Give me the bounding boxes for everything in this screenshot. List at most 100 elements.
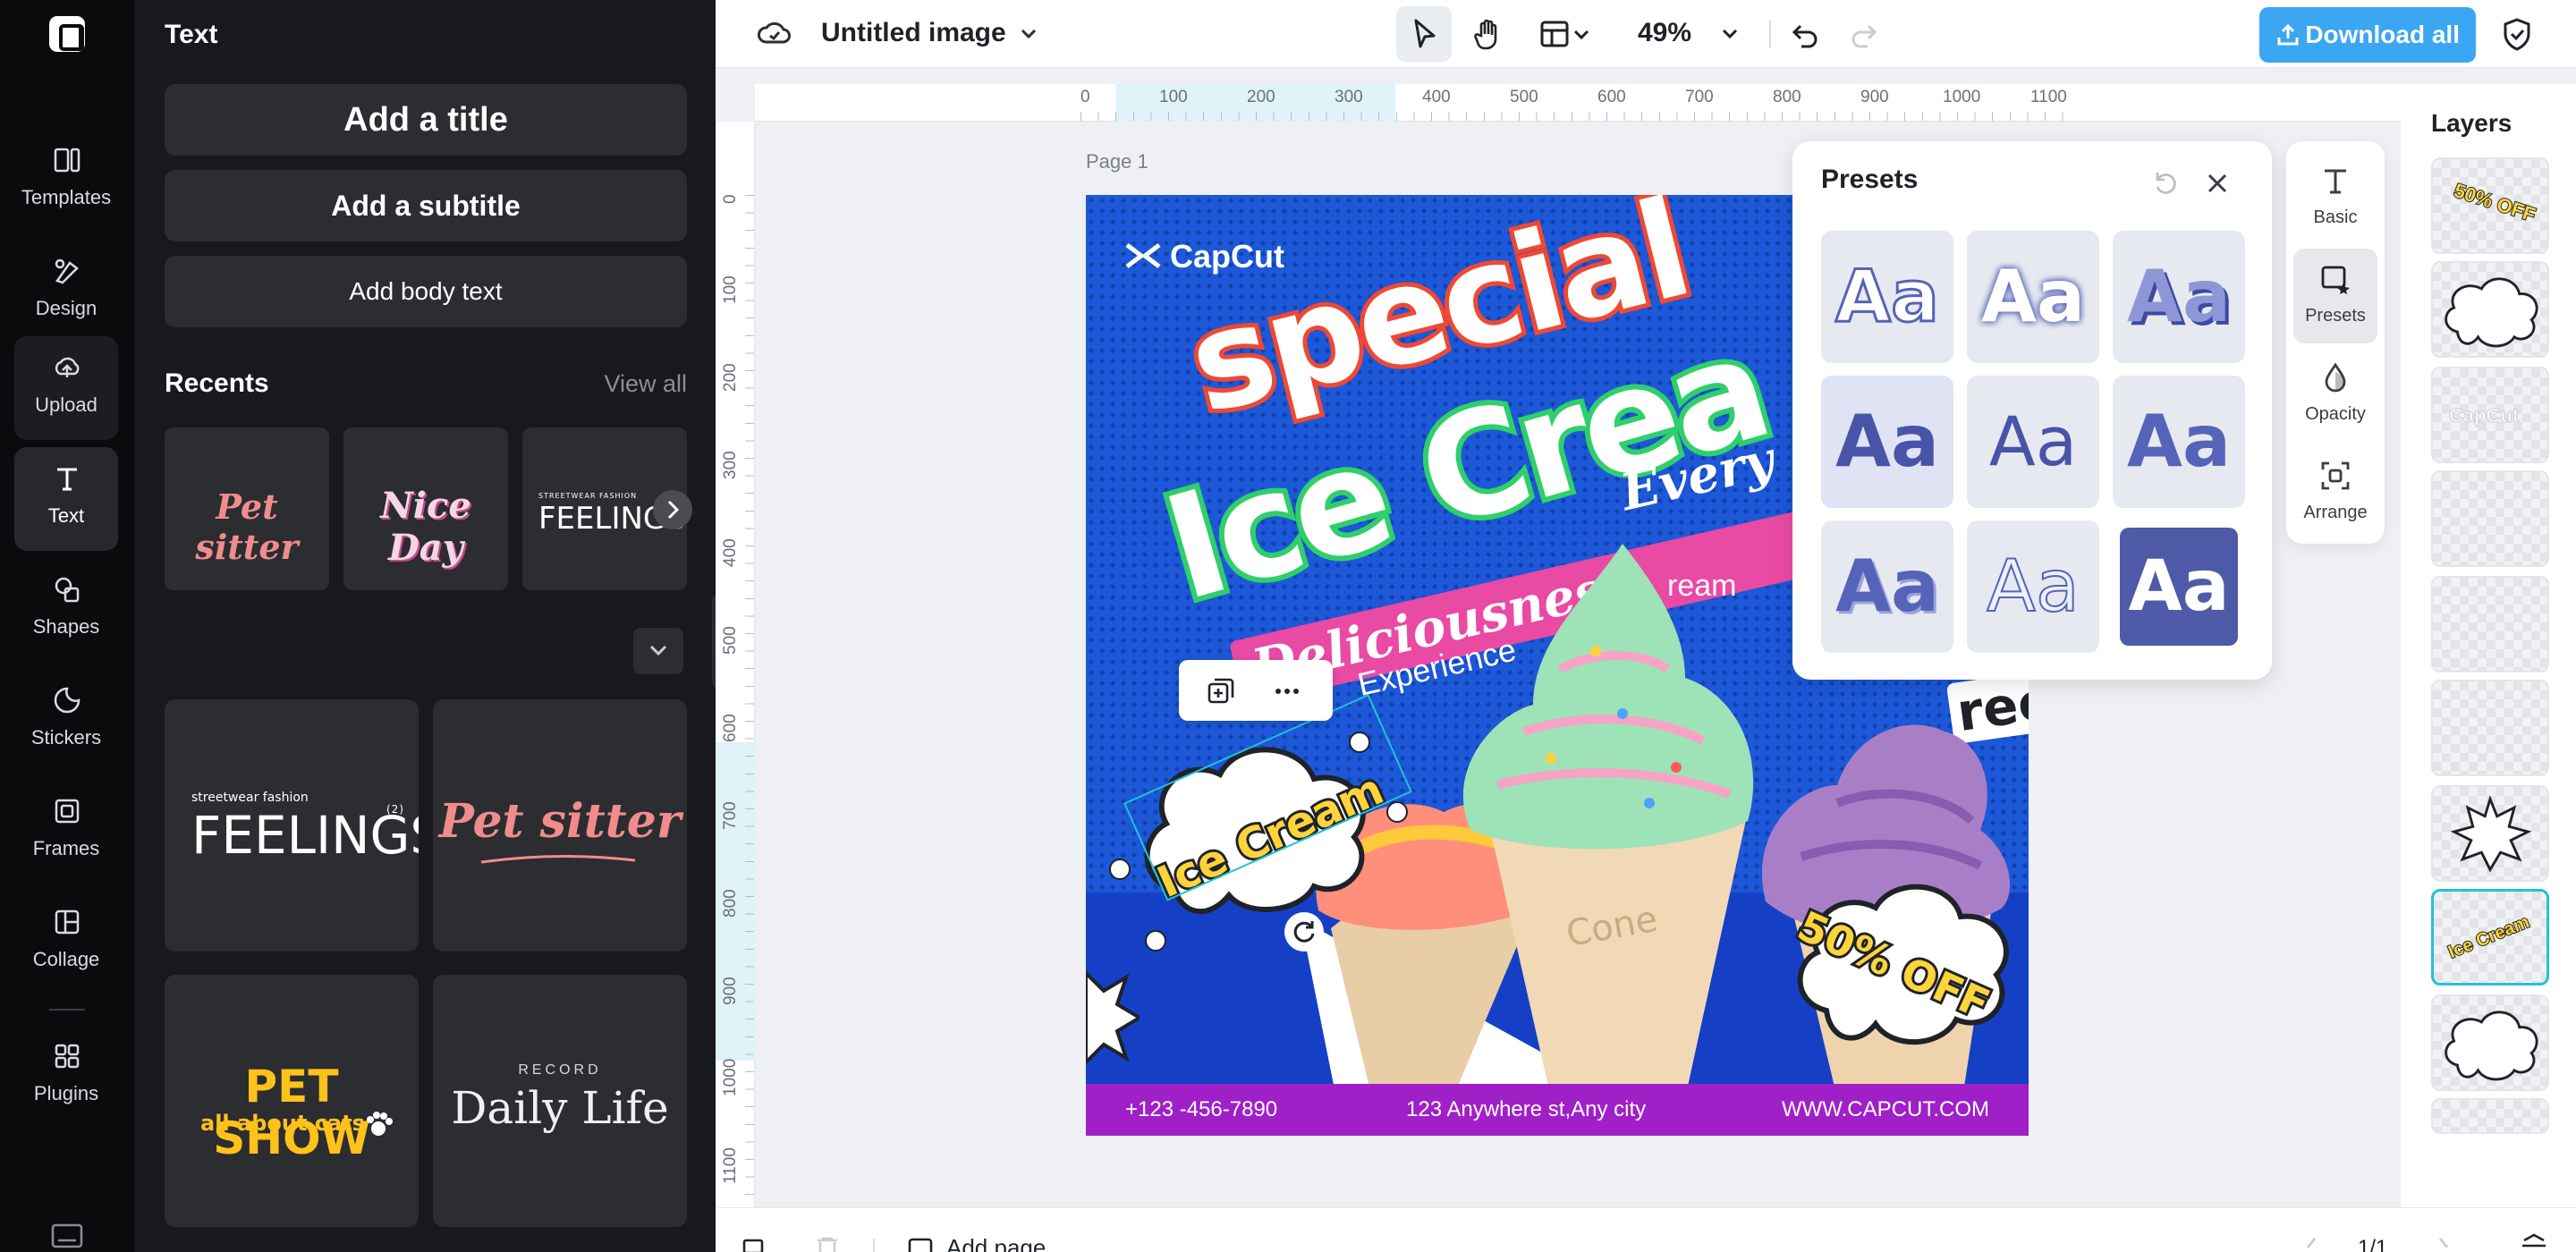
add-title-button[interactable]: Add a title (165, 84, 687, 156)
rail-item-templates[interactable]: Templates (14, 129, 118, 233)
preset-bold[interactable]: Aa (2113, 376, 2245, 508)
rail-divider (49, 1009, 85, 1011)
duplicate-page-icon[interactable] (741, 1237, 771, 1252)
chevron-left-icon[interactable] (2299, 1235, 2324, 1252)
layer-thumb-empty[interactable] (2431, 680, 2549, 776)
rail-item-shapes[interactable]: Shapes (14, 558, 118, 662)
chevron-down-icon[interactable] (1708, 13, 1751, 55)
add-subtitle-button[interactable]: Add a subtitle (165, 170, 687, 241)
select-tool-button[interactable] (1396, 6, 1452, 62)
export-icon (2277, 23, 2299, 46)
layer-thumb-brand[interactable]: CapCut (2431, 367, 2549, 463)
chevron-down-icon[interactable] (1569, 13, 1594, 55)
rail-item-plugins[interactable]: Plugins (14, 1025, 118, 1129)
footer-website[interactable]: WWW.CAPCUT.COM (1782, 1097, 1989, 1122)
horizontal-ruler: 0 100 200 300 400 500 600 700 800 900 10… (755, 84, 2401, 122)
cloud-sync-icon[interactable] (753, 13, 796, 55)
hand-icon[interactable] (1467, 13, 1510, 55)
duplicate-icon[interactable] (1206, 676, 1236, 706)
text-template-daily-life[interactable]: RECORD Daily Life (433, 975, 687, 1227)
more-options-icon[interactable] (1272, 676, 1302, 706)
download-all-button[interactable]: Download all (2259, 7, 2476, 63)
shield-icon[interactable] (2496, 13, 2538, 55)
text-template-feelings[interactable]: streetwear fashion FEELINGS (2) (165, 699, 419, 952)
redo-icon[interactable] (1844, 13, 1887, 55)
layers-title: Layers (2431, 109, 2512, 137)
ruler-label: 700 (721, 801, 740, 830)
tool-basic[interactable]: Basic (2293, 150, 2377, 245)
recents-next-button[interactable] (653, 490, 692, 529)
recents-heading: Recents (165, 368, 269, 398)
rotate-handle[interactable] (1284, 912, 1324, 952)
resize-handle[interactable] (1386, 801, 1408, 823)
preset-solid[interactable]: Aa (1821, 376, 1953, 508)
tool-presets[interactable]: Presets (2293, 249, 2377, 343)
pages-overview-icon[interactable] (2519, 1233, 2549, 1252)
layer-thumb-text: 50% OFF (2451, 178, 2539, 227)
starburst-shape (1086, 970, 1140, 1065)
ruler-ticks (745, 195, 754, 1197)
preset-outline[interactable]: Aa (1821, 231, 1953, 363)
text-template-pet-show[interactable]: PET SHOW all about cats (165, 975, 419, 1227)
layer-thumb-partial[interactable] (2431, 1098, 2549, 1134)
resize-handle[interactable] (1349, 732, 1370, 753)
preset-filled-box-label: Aa (2120, 528, 2238, 646)
view-all-link[interactable]: View all (604, 370, 687, 398)
document-title[interactable]: Untitled image (821, 18, 1006, 48)
layer-thumb-empty[interactable] (2431, 576, 2549, 673)
rail-item-text[interactable]: Text (14, 447, 118, 551)
rail-item-frames[interactable]: Frames (14, 780, 118, 884)
recent-text-pet-sitter[interactable]: Pet sitter (165, 427, 329, 590)
preset-thin-outline[interactable]: Aa (1967, 520, 2099, 653)
tool-arrange[interactable]: Arrange (2293, 445, 2377, 540)
capcut-logo-icon[interactable] (49, 16, 85, 52)
page-counter: 1/1 (2358, 1236, 2388, 1252)
footer-address[interactable]: 123 Anywhere st,Any city (1406, 1097, 1646, 1122)
ruler-label: 0 (1080, 88, 1090, 106)
arrange-icon (2321, 461, 2350, 490)
ruler-label: 1100 (2030, 88, 2067, 106)
layer-thumb-starburst[interactable] (2431, 785, 2549, 882)
close-icon[interactable] (2200, 166, 2234, 200)
toolbar-divider (1769, 20, 1771, 48)
preset-shadow[interactable]: Aa (2113, 231, 2245, 363)
ruler-label: 300 (1335, 88, 1363, 106)
add-page-button[interactable]: Add page (946, 1234, 1046, 1252)
rail-item-upload[interactable]: Upload (14, 336, 118, 440)
add-page-icon[interactable] (907, 1237, 934, 1252)
layer-thumb-cloud[interactable] (2431, 994, 2549, 1091)
text-template-pet-sitter[interactable]: Pet sitter (433, 699, 687, 952)
add-body-text-button[interactable]: Add body text (165, 256, 687, 327)
preset-filled-box[interactable]: Aa (2113, 520, 2245, 653)
layer-thumb-cloud[interactable] (2431, 261, 2549, 358)
zoom-level[interactable]: 49% (1638, 18, 1691, 48)
tool-opacity[interactable]: Opacity (2293, 347, 2377, 442)
chevron-right-icon[interactable] (2431, 1235, 2456, 1252)
undo-icon[interactable] (1782, 13, 1825, 55)
trash-icon[interactable] (812, 1237, 843, 1252)
layer-thumb-50-off[interactable]: 50% OFF (2431, 157, 2549, 254)
preset-glow[interactable]: Aa (1967, 231, 2099, 363)
chevron-down-icon[interactable] (1007, 13, 1050, 55)
keyboard-icon[interactable] (51, 1223, 83, 1248)
footer-phone[interactable]: +123 -456-7890 (1125, 1097, 1277, 1122)
rail-item-collage[interactable]: Collage (14, 891, 118, 994)
rail-item-stickers[interactable]: Stickers (14, 669, 118, 773)
layer-thumb-empty[interactable] (2431, 470, 2549, 567)
ruler-label: 200 (721, 363, 740, 392)
presets-title: Presets (1821, 165, 1919, 194)
resize-handle[interactable] (1109, 859, 1131, 880)
template-main-text: FEELINGS (191, 805, 419, 866)
collapse-button[interactable] (633, 628, 683, 674)
resize-handle[interactable] (1145, 930, 1166, 952)
template-small-text: streetwear fashion (191, 791, 309, 805)
preset-regular[interactable]: Aa (1967, 376, 2099, 508)
recent-text-nice-day[interactable]: Nice Day (343, 427, 508, 590)
preset-drop[interactable]: Aa (1821, 520, 1953, 653)
presets-popover: Presets Aa Aa Aa Aa Aa Aa Aa Aa Aa (1792, 141, 2272, 680)
ruler-label: 900 (721, 977, 740, 1005)
template-main-text: Pet sitter (438, 794, 682, 849)
layer-thumb-ice-cream-selected[interactable]: Ice Cream (2431, 889, 2549, 986)
rail-item-design[interactable]: Design (14, 240, 118, 343)
reset-icon[interactable] (2150, 168, 2181, 199)
